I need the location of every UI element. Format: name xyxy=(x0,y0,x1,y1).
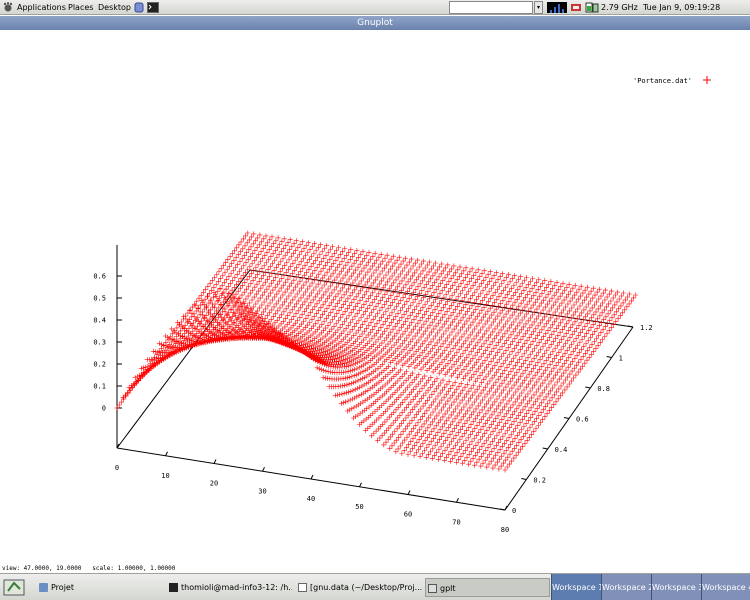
search-dropdown-button[interactable]: ▾ xyxy=(534,1,543,14)
back-y-axis xyxy=(116,269,251,449)
x-tick-label: 40 xyxy=(307,495,315,503)
workspace-2[interactable]: Workspace 2 xyxy=(601,574,651,600)
z-tick-label: 0.6 xyxy=(93,273,106,281)
system-monitor-graph[interactable] xyxy=(547,2,567,13)
editor-icon xyxy=(298,583,307,592)
y-tick-label: 0.4 xyxy=(555,446,568,454)
tick-mark xyxy=(407,490,411,495)
desktop: Applications Places Desktop ▾ 2.79 GHz T… xyxy=(0,0,750,600)
x-tick-label: 50 xyxy=(355,503,363,511)
search-input[interactable] xyxy=(449,1,533,14)
window-icon xyxy=(428,584,437,593)
view-status: view: 47.0000, 19.0000 scale: 1.00000, 1… xyxy=(2,565,176,572)
y-tick-label: 0.2 xyxy=(533,477,546,485)
tick-mark xyxy=(563,417,570,419)
z-tick-label: 0.2 xyxy=(93,361,106,369)
task-projet[interactable]: Projet xyxy=(37,578,137,597)
plot-canvas[interactable]: 0.6 0.5 0.4 0.3 0.2 0.1 0 0 10 20 30 40 50 60 70 80 00… xyxy=(0,30,750,573)
menu-desktop[interactable]: Desktop xyxy=(98,2,131,13)
menu-applications[interactable]: Applications xyxy=(17,2,66,13)
show-desktop-icon[interactable] xyxy=(2,577,26,598)
x-tick-label: 30 xyxy=(258,487,266,495)
z-tick-label: 0.5 xyxy=(93,295,106,303)
z-axis-ticks: 0.6 0.5 0.4 0.3 0.2 0.1 0 xyxy=(93,273,122,413)
tick-mark xyxy=(359,482,362,487)
y-tick-label: 1.2 xyxy=(640,324,653,332)
z-tick-label: 0.1 xyxy=(93,383,106,391)
tick-mark xyxy=(213,459,217,464)
legend-label: 'Portance.dat' xyxy=(633,77,692,85)
z-tick-label: 0.3 xyxy=(93,339,106,347)
workspace-3[interactable]: Workspace 3 xyxy=(651,574,701,600)
tick-mark xyxy=(310,474,314,480)
surface-points xyxy=(114,230,639,473)
window-title: Gnuplot xyxy=(357,18,393,28)
task-editor[interactable]: [gnu.data (~/Desktop/Proj... xyxy=(296,578,422,597)
legend-marker xyxy=(703,76,711,84)
network-icon[interactable] xyxy=(570,2,582,13)
x-tick-label: 80 xyxy=(501,526,509,534)
cpu-frequency[interactable]: 2.79 GHz xyxy=(601,2,638,13)
y-tick-label: 1 xyxy=(619,355,623,363)
x-tick-label: 10 xyxy=(161,472,169,480)
window-title-bar[interactable]: Gnuplot xyxy=(0,16,750,30)
surface-plot: 0.60.50.40.30.20.10 01020304050607080 00… xyxy=(93,76,711,534)
workspace-1[interactable]: Workspace 1 xyxy=(551,574,601,600)
top-panel: Applications Places Desktop ▾ 2.79 GHz T… xyxy=(0,0,750,15)
z-tick-label: 0.4 xyxy=(93,317,106,325)
z-tick-label: 0 xyxy=(102,405,106,413)
workspace-4[interactable]: Workspace 4 xyxy=(701,574,750,600)
tick-mark xyxy=(499,508,506,511)
tick-mark xyxy=(606,356,612,358)
data-points xyxy=(114,230,639,473)
x-tick-label: 60 xyxy=(404,511,412,519)
tick-mark xyxy=(521,478,527,480)
tick-mark xyxy=(165,451,168,456)
terminal-icon xyxy=(169,583,178,592)
x-tick-label: 0 xyxy=(115,464,119,472)
tick-mark xyxy=(542,447,548,450)
bottom-panel: Projet thomioli@mad-info3-12: /h... [gnu… xyxy=(0,573,750,600)
gnome-foot-icon[interactable] xyxy=(3,2,13,13)
y-tick-label: 0.6 xyxy=(576,416,589,424)
tick-mark xyxy=(262,467,265,472)
tick-mark xyxy=(585,386,591,389)
x-tick-label: 20 xyxy=(210,480,218,488)
task-gplt[interactable]: gplt xyxy=(425,578,550,597)
battery-icon[interactable] xyxy=(585,2,599,13)
y-tick-label: 0 xyxy=(512,507,516,515)
browser-launcher-icon[interactable] xyxy=(134,2,144,13)
terminal-launcher-icon[interactable] xyxy=(147,2,159,13)
x-tick-label: 70 xyxy=(452,518,460,526)
folder-icon xyxy=(39,583,48,592)
tick-mark xyxy=(456,498,459,503)
y-tick-label: 0.8 xyxy=(597,385,610,393)
menu-places[interactable]: Places xyxy=(68,2,93,13)
task-terminal[interactable]: thomioli@mad-info3-12: /h... xyxy=(167,578,292,597)
clock[interactable]: Tue Jan 9, 09:19:28 xyxy=(643,2,720,13)
